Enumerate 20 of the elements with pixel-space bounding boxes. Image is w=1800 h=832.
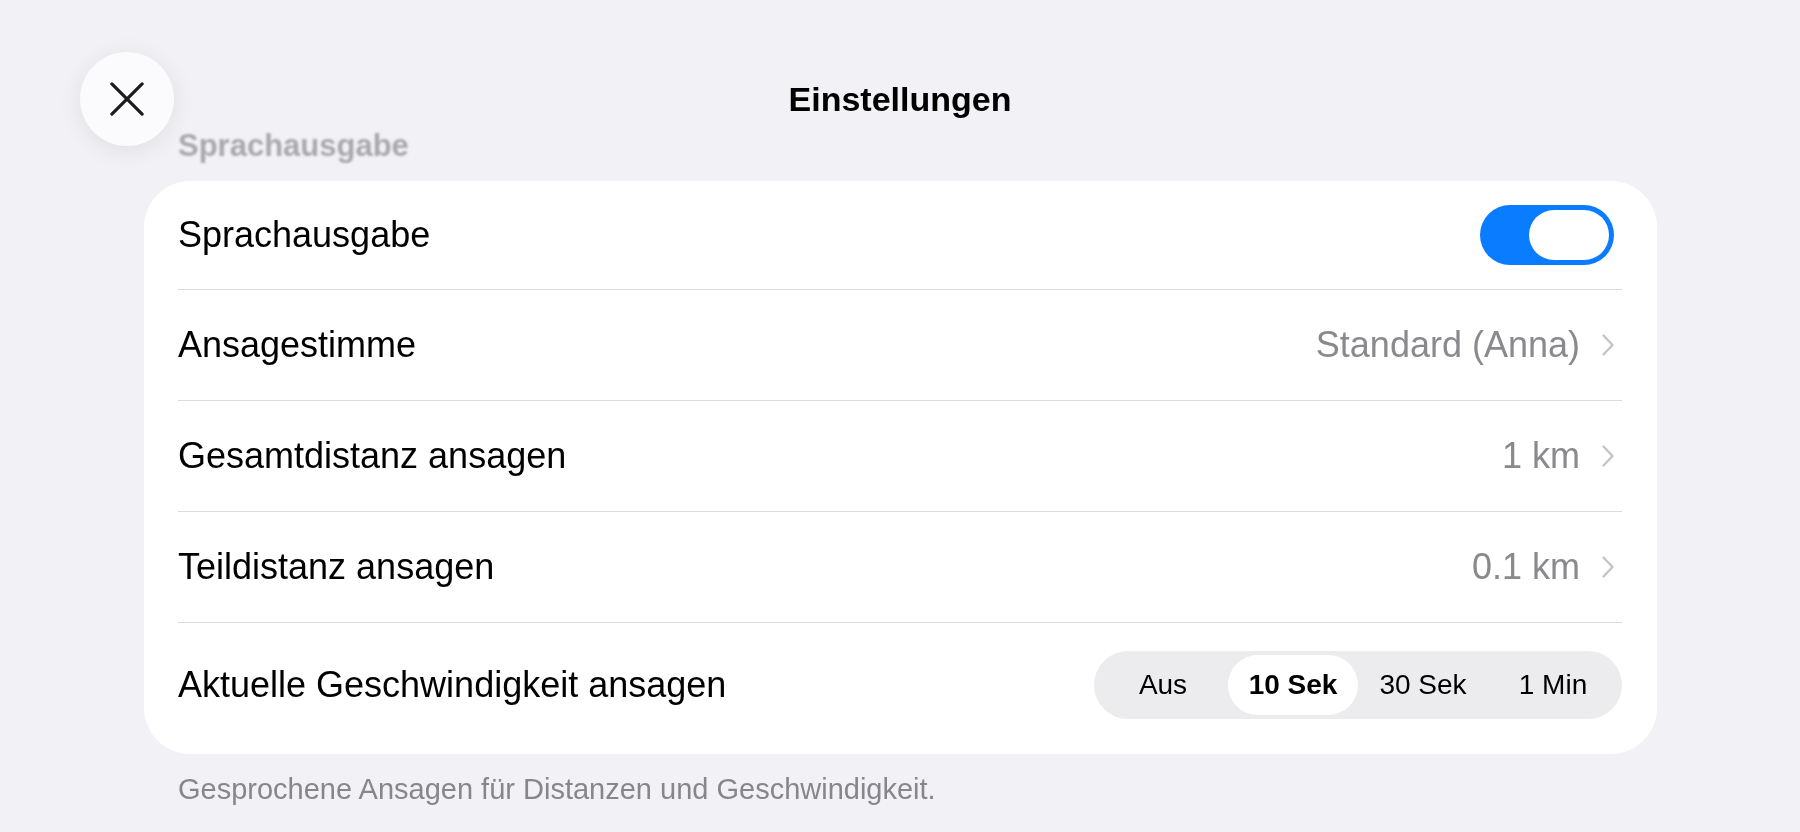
setting-label: Sprachausgabe bbox=[178, 214, 431, 256]
setting-value: 0.1 km bbox=[1471, 546, 1580, 588]
section-footer-text: Gesprochene Ansagen für Distanzen und Geschwindigkeit. bbox=[178, 772, 936, 806]
page-title: Einstellungen bbox=[788, 79, 1012, 119]
segment-option[interactable]: 30 Sek bbox=[1358, 654, 1488, 715]
chevron-right-icon bbox=[1602, 445, 1614, 467]
setting-label: Gesamtdistanz ansagen bbox=[178, 435, 567, 477]
chevron-right-icon bbox=[1602, 334, 1614, 356]
segment-option[interactable]: Aus bbox=[1098, 654, 1228, 715]
segment-option[interactable]: 1 Min bbox=[1488, 654, 1618, 715]
toggle-switch[interactable] bbox=[1480, 205, 1614, 265]
close-icon bbox=[110, 82, 144, 116]
setting-value: 1 km bbox=[1502, 435, 1580, 477]
setting-label: Teildistanz ansagen bbox=[178, 546, 495, 588]
setting-label: Ansagestimme bbox=[178, 324, 417, 366]
segment-option[interactable]: 10 Sek bbox=[1228, 654, 1358, 715]
setting-value: Standard (Anna) bbox=[1315, 324, 1580, 366]
setting-label: Aktuelle Geschwindigkeit ansagen bbox=[178, 663, 727, 706]
chevron-right-icon bbox=[1602, 556, 1614, 578]
section-heading: Sprachausgabe bbox=[178, 127, 409, 165]
